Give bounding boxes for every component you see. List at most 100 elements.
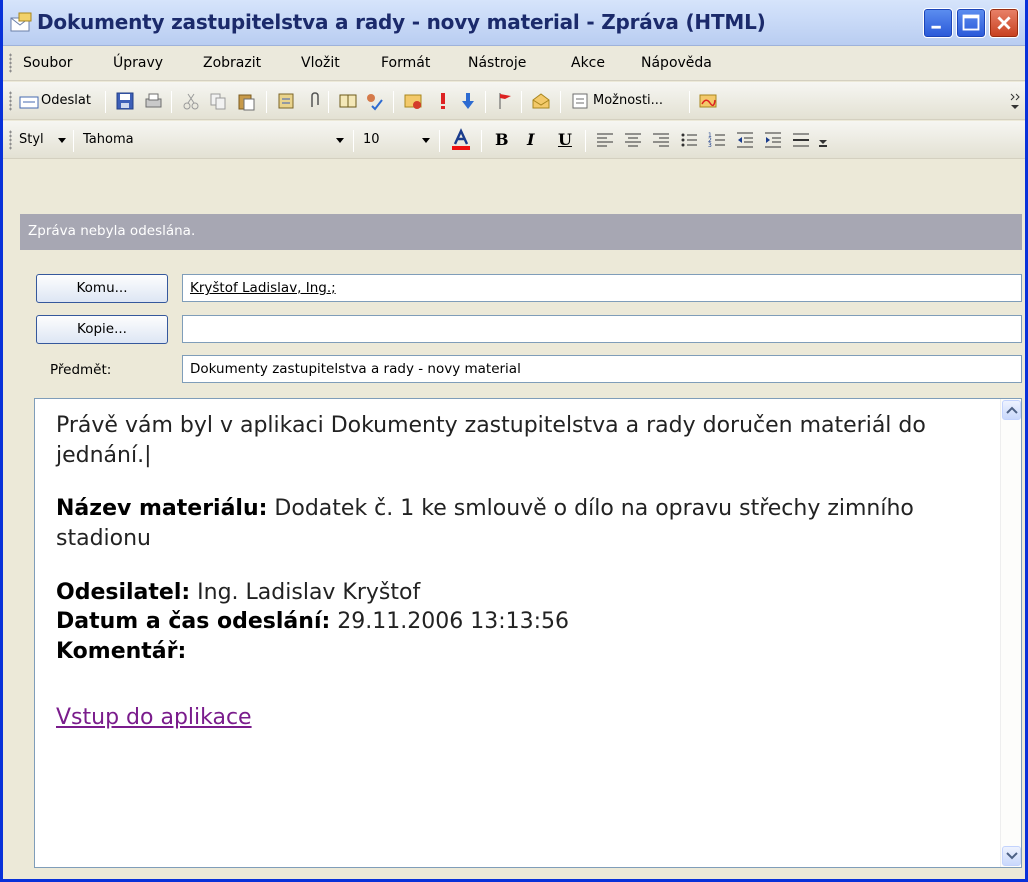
material-label: Název materiálu: bbox=[56, 496, 268, 522]
toolbar-separator bbox=[171, 91, 172, 113]
copy-icon[interactable] bbox=[208, 91, 228, 111]
print-icon[interactable] bbox=[143, 91, 163, 111]
underline-button[interactable]: U bbox=[558, 130, 572, 149]
chevron-up-icon bbox=[1006, 406, 1018, 414]
horizontal-line-icon[interactable] bbox=[791, 130, 811, 150]
chevron-down-icon[interactable] bbox=[419, 133, 433, 147]
menu-format[interactable]: Formát bbox=[381, 55, 430, 71]
toolbar-separator bbox=[521, 91, 522, 113]
toolbar-separator bbox=[353, 130, 354, 152]
book-icon[interactable] bbox=[338, 91, 358, 111]
toolbar-separator bbox=[73, 130, 74, 152]
align-center-icon[interactable] bbox=[623, 130, 643, 150]
attach-icon[interactable] bbox=[305, 91, 325, 111]
cut-icon[interactable] bbox=[181, 91, 201, 111]
scroll-down-button[interactable] bbox=[1002, 846, 1021, 866]
send-button[interactable]: Odeslat bbox=[41, 93, 91, 108]
font-size-value: 10 bbox=[363, 132, 380, 147]
date-value: 29.11.2006 13:13:56 bbox=[330, 609, 570, 635]
to-button[interactable]: Komu... bbox=[36, 274, 168, 303]
menu-upravy[interactable]: Úpravy bbox=[113, 55, 163, 71]
sender-value: Ing. Ladislav Kryštof bbox=[190, 579, 421, 605]
signature-icon[interactable] bbox=[698, 91, 718, 111]
align-left-icon[interactable] bbox=[595, 130, 615, 150]
font-name-combo[interactable]: Tahoma bbox=[79, 129, 349, 152]
maximize-button[interactable] bbox=[956, 8, 986, 38]
intro-paragraph: Právě vám byl v aplikaci Dokumenty zastu… bbox=[56, 413, 926, 468]
menu-akce[interactable]: Akce bbox=[571, 55, 605, 71]
font-size-combo[interactable]: 10 bbox=[359, 129, 435, 152]
message-body[interactable]: Právě vám byl v aplikaci Dokumenty zastu… bbox=[56, 411, 976, 757]
window-title: Dokumenty zastupitelstva a rady - novy m… bbox=[37, 10, 766, 34]
date-line: Datum a čas odeslání: 29.11.2006 13:13:5… bbox=[56, 607, 976, 637]
toolbar-separator bbox=[266, 91, 267, 113]
paste-icon[interactable] bbox=[236, 91, 256, 111]
style-dropdown[interactable]: Styl bbox=[19, 132, 44, 147]
sender-label: Odesilatel: bbox=[56, 579, 191, 605]
comment-label: Komentář: bbox=[56, 639, 187, 665]
font-name-value: Tahoma bbox=[83, 132, 134, 147]
toolbar-separator bbox=[393, 91, 394, 113]
menu-zobrazit[interactable]: Zobrazit bbox=[203, 55, 261, 71]
to-field[interactable]: Kryštof Ladislav, Ing.; bbox=[182, 274, 1022, 302]
menu-napoveda[interactable]: Nápověda bbox=[641, 55, 712, 71]
toolbar-separator bbox=[560, 91, 561, 113]
subject-label: Předmět: bbox=[50, 362, 112, 378]
cc-button[interactable]: Kopie... bbox=[36, 315, 168, 344]
options-button[interactable]: Možnosti... bbox=[593, 93, 663, 108]
message-window: Dokumenty zastupitelstva a rady - novy m… bbox=[0, 0, 1028, 882]
toolbar-grip[interactable] bbox=[9, 91, 12, 111]
subject-field[interactable]: Dokumenty zastupitelstva a rady - novy m… bbox=[182, 355, 1022, 383]
italic-button[interactable]: I bbox=[527, 130, 534, 149]
not-sent-banner: Zpráva nebyla odeslána. bbox=[20, 214, 1022, 250]
mail-merge-icon[interactable] bbox=[403, 91, 423, 111]
align-right-icon[interactable] bbox=[651, 130, 671, 150]
menu-soubor[interactable]: Soubor bbox=[23, 55, 73, 71]
save-icon[interactable] bbox=[115, 91, 135, 111]
message-body-editor[interactable]: Právě vám byl v aplikaci Dokumenty zastu… bbox=[34, 398, 1022, 868]
menubar-grip[interactable] bbox=[9, 53, 12, 73]
high-importance-icon[interactable] bbox=[433, 91, 453, 111]
send-icon bbox=[19, 96, 39, 109]
chevron-down-icon bbox=[1006, 852, 1018, 860]
low-importance-icon[interactable] bbox=[458, 91, 478, 111]
menu-vlozit[interactable]: Vložit bbox=[301, 55, 340, 71]
bullets-icon[interactable] bbox=[679, 130, 699, 150]
bold-button[interactable]: B bbox=[495, 130, 509, 149]
envelope-app-icon bbox=[10, 12, 32, 32]
cc-field[interactable] bbox=[182, 315, 1022, 343]
toolbar-overflow-icon[interactable] bbox=[1007, 91, 1023, 111]
options-icon bbox=[572, 93, 588, 109]
app-entry-link[interactable]: Vstup do aplikace bbox=[56, 705, 252, 730]
address-book-icon[interactable] bbox=[276, 91, 296, 111]
toolbar-overflow-icon[interactable] bbox=[817, 133, 829, 149]
formatting-toolbar: Styl Tahoma 10 B I U 1 2 3 bbox=[3, 121, 1025, 159]
toolbar-separator bbox=[485, 91, 486, 113]
close-button[interactable] bbox=[989, 8, 1019, 38]
minimize-button[interactable] bbox=[923, 8, 953, 38]
comment-line: Komentář: bbox=[56, 637, 976, 667]
flag-icon[interactable] bbox=[495, 91, 515, 111]
check-names-icon[interactable] bbox=[364, 91, 384, 111]
menu-nastroje[interactable]: Nástroje bbox=[468, 55, 526, 71]
chevron-down-icon bbox=[58, 138, 66, 143]
chevron-down-icon[interactable] bbox=[333, 133, 347, 147]
close-icon bbox=[997, 16, 1011, 30]
toolbar-separator bbox=[439, 130, 440, 152]
toolbar-grip[interactable] bbox=[9, 130, 12, 150]
toolbar-separator bbox=[689, 91, 690, 113]
scroll-up-button[interactable] bbox=[1002, 400, 1021, 420]
vertical-scrollbar[interactable] bbox=[1000, 399, 1021, 867]
title-bar[interactable]: Dokumenty zastupitelstva a rady - novy m… bbox=[3, 0, 1025, 46]
sender-line: Odesilatel: Ing. Ladislav Kryštof bbox=[56, 578, 976, 608]
increase-indent-icon[interactable] bbox=[763, 130, 783, 150]
toolbar-separator bbox=[328, 91, 329, 113]
material-paragraph: Název materiálu: Dodatek č. 1 ke smlouvě… bbox=[56, 494, 976, 553]
numbering-icon[interactable]: 123 bbox=[707, 130, 727, 150]
decrease-indent-icon[interactable] bbox=[735, 130, 755, 150]
svg-text:3: 3 bbox=[708, 142, 712, 149]
toolbar-separator bbox=[585, 130, 586, 152]
maximize-icon bbox=[962, 14, 980, 31]
font-color-icon[interactable] bbox=[449, 128, 473, 152]
envelope-open-icon[interactable] bbox=[531, 91, 551, 111]
